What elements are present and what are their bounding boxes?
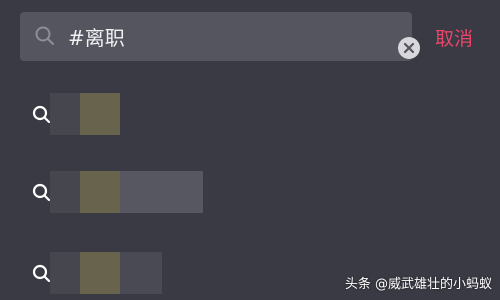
close-icon bbox=[403, 42, 415, 54]
search-icon bbox=[32, 105, 51, 124]
suggestion-item[interactable] bbox=[30, 93, 250, 135]
search-input[interactable] bbox=[68, 20, 368, 53]
cancel-button[interactable]: 取消 bbox=[435, 24, 473, 51]
watermark: 头条 @威武雄壮的小蚂蚁 bbox=[344, 277, 492, 292]
blurred-suggestion-text bbox=[50, 252, 162, 294]
suggestion-item[interactable] bbox=[30, 252, 250, 294]
clear-button[interactable] bbox=[398, 37, 420, 59]
search-icon bbox=[35, 26, 54, 45]
search-icon bbox=[32, 264, 51, 283]
blurred-suggestion-text bbox=[50, 93, 120, 135]
blurred-suggestion-text bbox=[50, 171, 203, 213]
suggestion-item[interactable] bbox=[30, 171, 250, 213]
search-icon bbox=[32, 183, 51, 202]
search-bar[interactable] bbox=[20, 12, 420, 61]
